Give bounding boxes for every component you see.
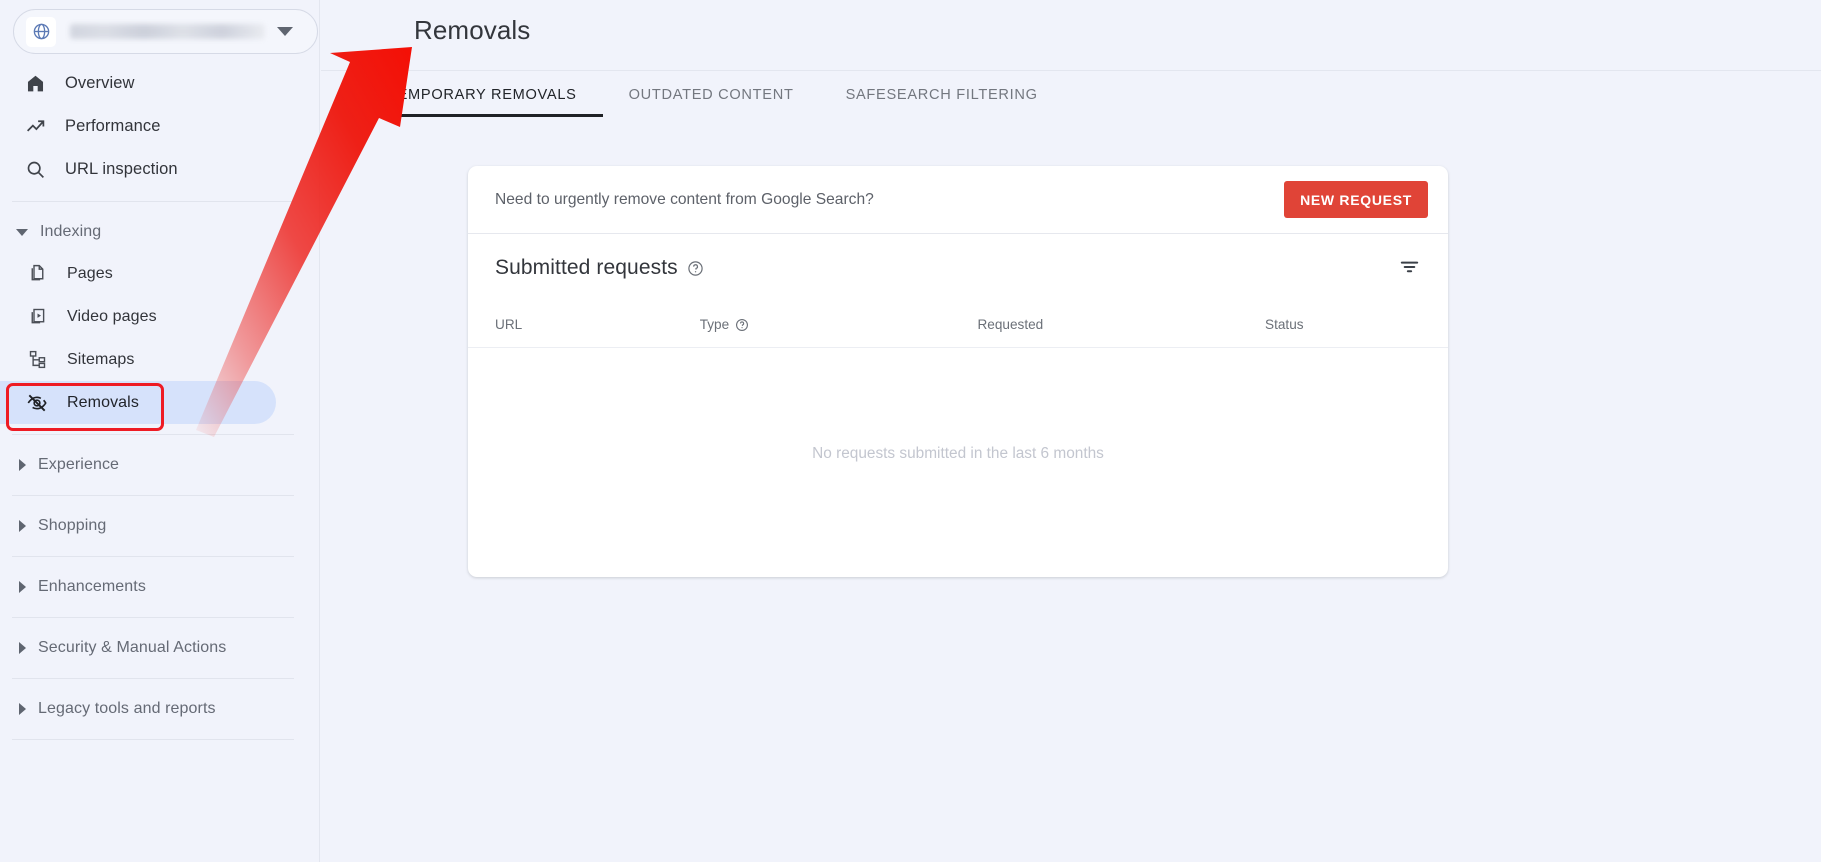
main-content: Removals TEMPORARY REMOVALS OUTDATED CON…	[321, 0, 1821, 862]
search-icon	[22, 157, 48, 183]
requests-table-header: URL Type Requested Status	[468, 302, 1448, 348]
trending-up-icon	[22, 114, 48, 140]
page-title: Removals	[414, 15, 531, 45]
chevron-down-icon[interactable]	[277, 27, 293, 36]
column-header-type: Type	[700, 317, 978, 332]
sidebar-group-label: Experience	[38, 456, 120, 473]
tab-safesearch-filtering[interactable]: SAFESEARCH FILTERING	[820, 71, 1064, 117]
sidebar-item-label: URL inspection	[65, 160, 178, 178]
sidebar-nav: Overview Performance URL inspection Inde…	[0, 62, 320, 750]
chevron-right-icon	[19, 642, 26, 654]
sidebar-group-experience[interactable]: Experience	[0, 445, 320, 485]
divider	[12, 434, 294, 435]
chevron-right-icon	[19, 581, 26, 593]
tab-label: SAFESEARCH FILTERING	[845, 87, 1038, 103]
chevron-right-icon	[19, 703, 26, 715]
empty-state: No requests submitted in the last 6 mont…	[468, 348, 1448, 559]
sidebar-group-label: Security & Manual Actions	[38, 639, 227, 656]
sidebar-group-label: Enhancements	[38, 578, 146, 595]
column-label: Type	[699, 317, 730, 332]
sidebar-group-shopping[interactable]: Shopping	[0, 506, 320, 546]
divider	[12, 678, 294, 679]
column-label: Status	[1265, 317, 1304, 332]
sidebar-item-label: Overview	[65, 74, 135, 92]
chevron-right-icon	[19, 459, 26, 471]
pages-icon	[24, 261, 50, 287]
property-selector[interactable]	[13, 9, 318, 54]
sidebar-item-overview[interactable]: Overview	[0, 62, 320, 105]
sidebar: Overview Performance URL inspection Inde…	[0, 0, 320, 862]
home-icon	[22, 71, 48, 97]
tab-label: OUTDATED CONTENT	[628, 87, 794, 103]
chevron-right-icon	[19, 520, 26, 532]
sidebar-group-enhancements[interactable]: Enhancements	[0, 567, 320, 607]
column-label: URL	[495, 317, 523, 332]
sitemaps-icon	[24, 347, 50, 373]
chevron-down-icon	[16, 228, 28, 236]
sidebar-item-video-pages[interactable]: Video pages	[0, 295, 320, 338]
column-header-url: URL	[495, 317, 700, 332]
video-pages-icon	[24, 304, 50, 330]
tab-outdated-content[interactable]: OUTDATED CONTENT	[603, 71, 820, 117]
column-label: Requested	[977, 317, 1044, 332]
sidebar-item-label: Removals	[67, 393, 139, 411]
sidebar-item-label: Sitemaps	[67, 350, 135, 368]
sidebar-item-label: Performance	[65, 117, 161, 135]
sidebar-item-label: Video pages	[67, 307, 157, 325]
divider	[12, 617, 294, 618]
divider	[12, 739, 294, 740]
new-request-button[interactable]: NEW REQUEST	[1284, 181, 1428, 218]
search-console-removals-page: Overview Performance URL inspection Inde…	[0, 0, 1821, 862]
submitted-requests-header: Submitted requests	[468, 234, 1448, 302]
tab-temporary-removals[interactable]: TEMPORARY REMOVALS	[362, 71, 603, 117]
sidebar-item-sitemaps[interactable]: Sitemaps	[0, 338, 320, 381]
divider	[12, 495, 294, 496]
column-header-status: Status	[1265, 317, 1421, 332]
sidebar-item-pages[interactable]: Pages	[0, 252, 320, 295]
tabs-bar: TEMPORARY REMOVALS OUTDATED CONTENT SAFE…	[321, 70, 1821, 130]
sidebar-item-label: Pages	[67, 264, 113, 282]
removals-card: Need to urgently remove content from Goo…	[468, 166, 1448, 577]
sidebar-group-label: Legacy tools and reports	[38, 700, 216, 717]
globe-icon	[26, 16, 56, 47]
sidebar-group-label: Shopping	[38, 517, 107, 534]
empty-state-message: No requests submitted in the last 6 mont…	[812, 444, 1104, 462]
sidebar-group-label: Indexing	[40, 223, 102, 240]
divider	[12, 201, 294, 202]
eye-off-icon	[24, 390, 50, 416]
divider	[12, 556, 294, 557]
column-header-requested: Requested	[977, 317, 1265, 332]
tab-label: TEMPORARY REMOVALS	[388, 87, 577, 103]
sidebar-item-removals[interactable]: Removals	[0, 381, 276, 424]
sidebar-group-legacy-tools-and-reports[interactable]: Legacy tools and reports	[0, 689, 320, 729]
sidebar-item-url-inspection[interactable]: URL inspection	[0, 148, 320, 191]
sidebar-group-security-manual-actions[interactable]: Security & Manual Actions	[0, 628, 320, 668]
urgent-removal-bar: Need to urgently remove content from Goo…	[468, 166, 1448, 234]
filter-list-icon	[1398, 255, 1421, 281]
help-circle-icon[interactable]	[735, 318, 749, 332]
section-title: Submitted requests	[495, 256, 678, 279]
filter-button[interactable]	[1392, 251, 1426, 285]
urgent-removal-text: Need to urgently remove content from Goo…	[495, 190, 874, 208]
sidebar-group-indexing[interactable]: Indexing	[0, 212, 320, 252]
help-circle-icon[interactable]	[687, 260, 704, 277]
property-domain-value	[70, 24, 265, 39]
sidebar-item-performance[interactable]: Performance	[0, 105, 320, 148]
